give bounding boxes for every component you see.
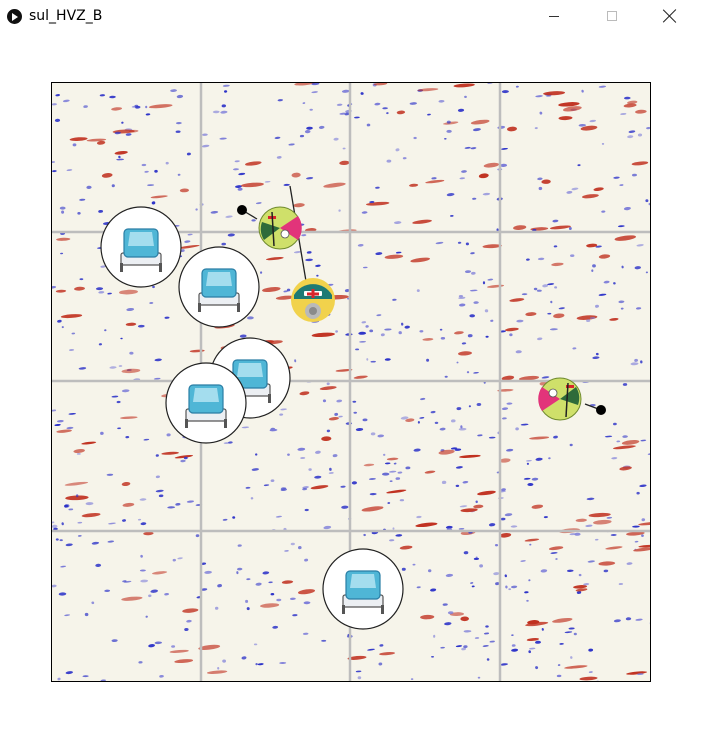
simulation-canvas[interactable] xyxy=(51,82,651,682)
nurse-face-icon xyxy=(291,278,335,322)
zombie-face-icon xyxy=(258,206,302,250)
hospital-bed-icon xyxy=(100,206,182,288)
app-play-icon xyxy=(7,9,22,24)
maximize-button[interactable] xyxy=(589,0,635,32)
floor-speckle xyxy=(650,678,651,681)
floor-speckle xyxy=(544,681,550,682)
window-title: sul_HVZ_B xyxy=(29,8,103,24)
title-bar: sul_HVZ_B xyxy=(0,0,702,34)
hospital-bed-icon xyxy=(165,362,247,444)
close-icon xyxy=(663,9,677,23)
maximize-icon xyxy=(607,11,617,21)
minimize-icon xyxy=(549,15,559,17)
minimize-button[interactable] xyxy=(531,0,577,32)
hospital-bed-icon xyxy=(322,548,404,630)
close-button[interactable] xyxy=(647,0,693,32)
hospital-bed-icon xyxy=(178,246,260,328)
zombie-face-icon xyxy=(538,377,582,421)
